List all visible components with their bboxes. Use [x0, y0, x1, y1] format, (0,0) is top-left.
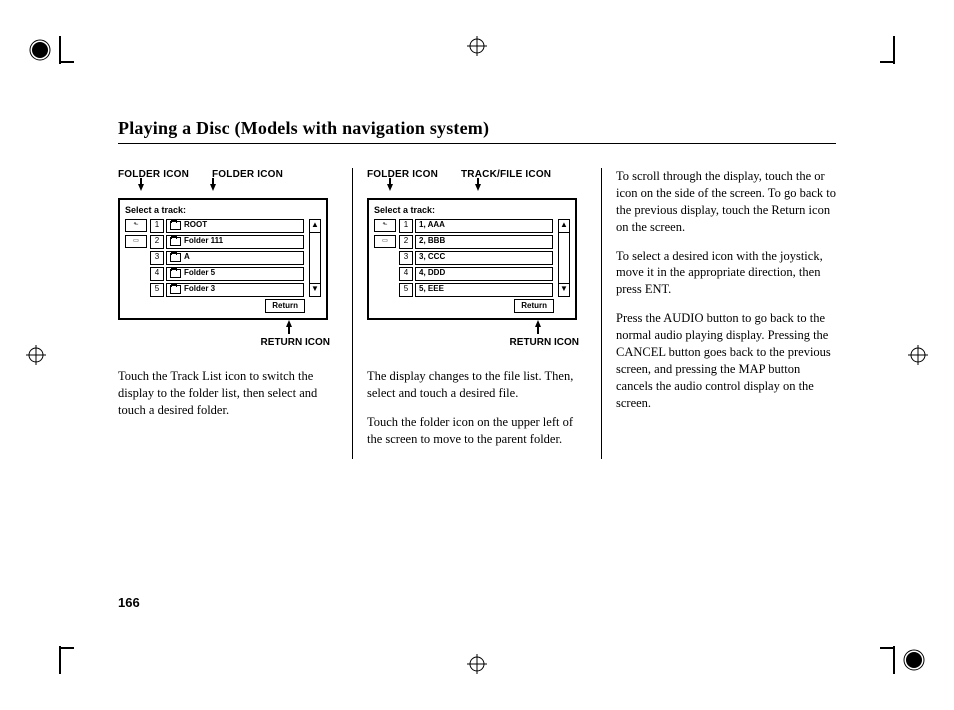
print-reg-mark	[26, 36, 74, 64]
parent-folder-icon[interactable]: ⬑	[125, 219, 147, 232]
list-item[interactable]: 1ROOT	[150, 219, 304, 233]
body-text: Touch the folder icon on the upper left …	[367, 414, 587, 448]
list-item[interactable]: 5Folder 3	[150, 283, 304, 297]
print-reg-mark	[908, 345, 928, 365]
list-item[interactable]: 44, DDD	[399, 267, 553, 281]
column-2: FOLDER ICON TRACK/FILE ICON Select a tra…	[352, 168, 587, 459]
callout-return-icon: RETURN ICON	[367, 336, 587, 350]
arrow-down-icon	[138, 184, 144, 191]
callout-return-icon: RETURN ICON	[118, 336, 338, 350]
list-item[interactable]: 55, EEE	[399, 283, 553, 297]
list-item[interactable]: 3A	[150, 251, 304, 265]
body-text: Press the AUDIO button to go back to the…	[616, 310, 836, 411]
body-text: To select a desired icon with the joysti…	[616, 248, 836, 299]
list-item[interactable]: 33, CCC	[399, 251, 553, 265]
list-item[interactable]: 4Folder 5	[150, 267, 304, 281]
column-3: To scroll through the display, touch the…	[601, 168, 836, 459]
list-item[interactable]: 11, AAA	[399, 219, 553, 233]
content-columns: FOLDER ICON FOLDER ICON Select a track: …	[118, 168, 836, 459]
scroll-down-icon[interactable]: ▼	[309, 283, 321, 297]
folder-icon	[170, 253, 181, 262]
screen-title: Select a track:	[374, 204, 570, 216]
folder-rows: 1ROOT 2Folder 111 3A 4Folder 5 5Folder 3	[150, 219, 304, 297]
return-button[interactable]: Return	[514, 299, 554, 314]
title-rule	[118, 143, 836, 144]
page-title: Playing a Disc (Models with navigation s…	[118, 118, 836, 139]
folder-icon	[170, 221, 181, 230]
callout-folder-icon-right: FOLDER ICON	[212, 168, 283, 182]
arrow-up-icon	[286, 320, 292, 327]
folder-icon	[170, 285, 181, 294]
folder-nav-icon[interactable]: ▭	[125, 235, 147, 248]
folder-nav-icon[interactable]: ▭	[374, 235, 396, 248]
body-text: The display changes to the file list. Th…	[367, 368, 587, 402]
print-reg-mark	[880, 646, 928, 674]
screen-title: Select a track:	[125, 204, 321, 216]
folder-icon	[170, 269, 181, 278]
scrollbar[interactable]: ▲ ▼	[309, 219, 321, 297]
callout-track-file-icon: TRACK/FILE ICON	[461, 168, 551, 182]
list-item[interactable]: 2Folder 111	[150, 235, 304, 249]
print-reg-mark	[467, 654, 487, 674]
print-reg-mark	[26, 646, 74, 674]
return-button[interactable]: Return	[265, 299, 305, 314]
scroll-down-icon[interactable]: ▼	[558, 283, 570, 297]
figure-folder-list: FOLDER ICON FOLDER ICON Select a track: …	[118, 168, 338, 350]
print-reg-mark	[26, 345, 46, 365]
arrow-up-icon	[535, 320, 541, 327]
screen-file-list: Select a track: ⬑ ▭ 11, AAA 22, BBB 33, …	[367, 198, 577, 321]
body-text: Touch the Track List icon to switch the …	[118, 368, 338, 419]
callout-folder-icon-left: FOLDER ICON	[118, 168, 212, 182]
column-1: FOLDER ICON FOLDER ICON Select a track: …	[118, 168, 338, 459]
body-text: To scroll through the display, touch the…	[616, 168, 836, 236]
scrollbar[interactable]: ▲ ▼	[558, 219, 570, 297]
folder-icon	[170, 237, 181, 246]
print-reg-mark	[467, 36, 487, 56]
scroll-up-icon[interactable]: ▲	[309, 219, 321, 233]
list-item[interactable]: 22, BBB	[399, 235, 553, 249]
screen-folder-list: Select a track: ⬑ ▭ 1ROOT 2Folder 111 3A…	[118, 198, 328, 321]
file-rows: 11, AAA 22, BBB 33, CCC 44, DDD 55, EEE	[399, 219, 553, 297]
print-reg-mark	[880, 36, 928, 64]
callout-folder-icon: FOLDER ICON	[367, 168, 461, 182]
figure-file-list: FOLDER ICON TRACK/FILE ICON Select a tra…	[367, 168, 587, 350]
scroll-up-icon[interactable]: ▲	[558, 219, 570, 233]
page-number: 166	[118, 595, 140, 610]
arrow-down-icon	[387, 184, 393, 191]
arrow-down-icon	[210, 184, 216, 191]
arrow-down-icon	[475, 184, 481, 191]
parent-folder-icon[interactable]: ⬑	[374, 219, 396, 232]
